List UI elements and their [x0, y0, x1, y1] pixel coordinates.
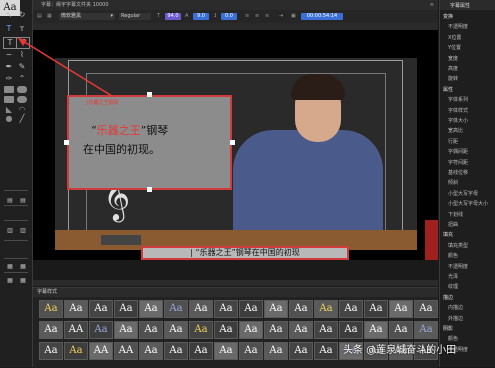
arrow-head-icon: [18, 38, 27, 46]
annotation-overlay: [17, 37, 113, 97]
watermark-text: 头条 @莲泉城奋斗的小田: [343, 345, 457, 356]
annotation-arrow-icon: [17, 37, 113, 97]
